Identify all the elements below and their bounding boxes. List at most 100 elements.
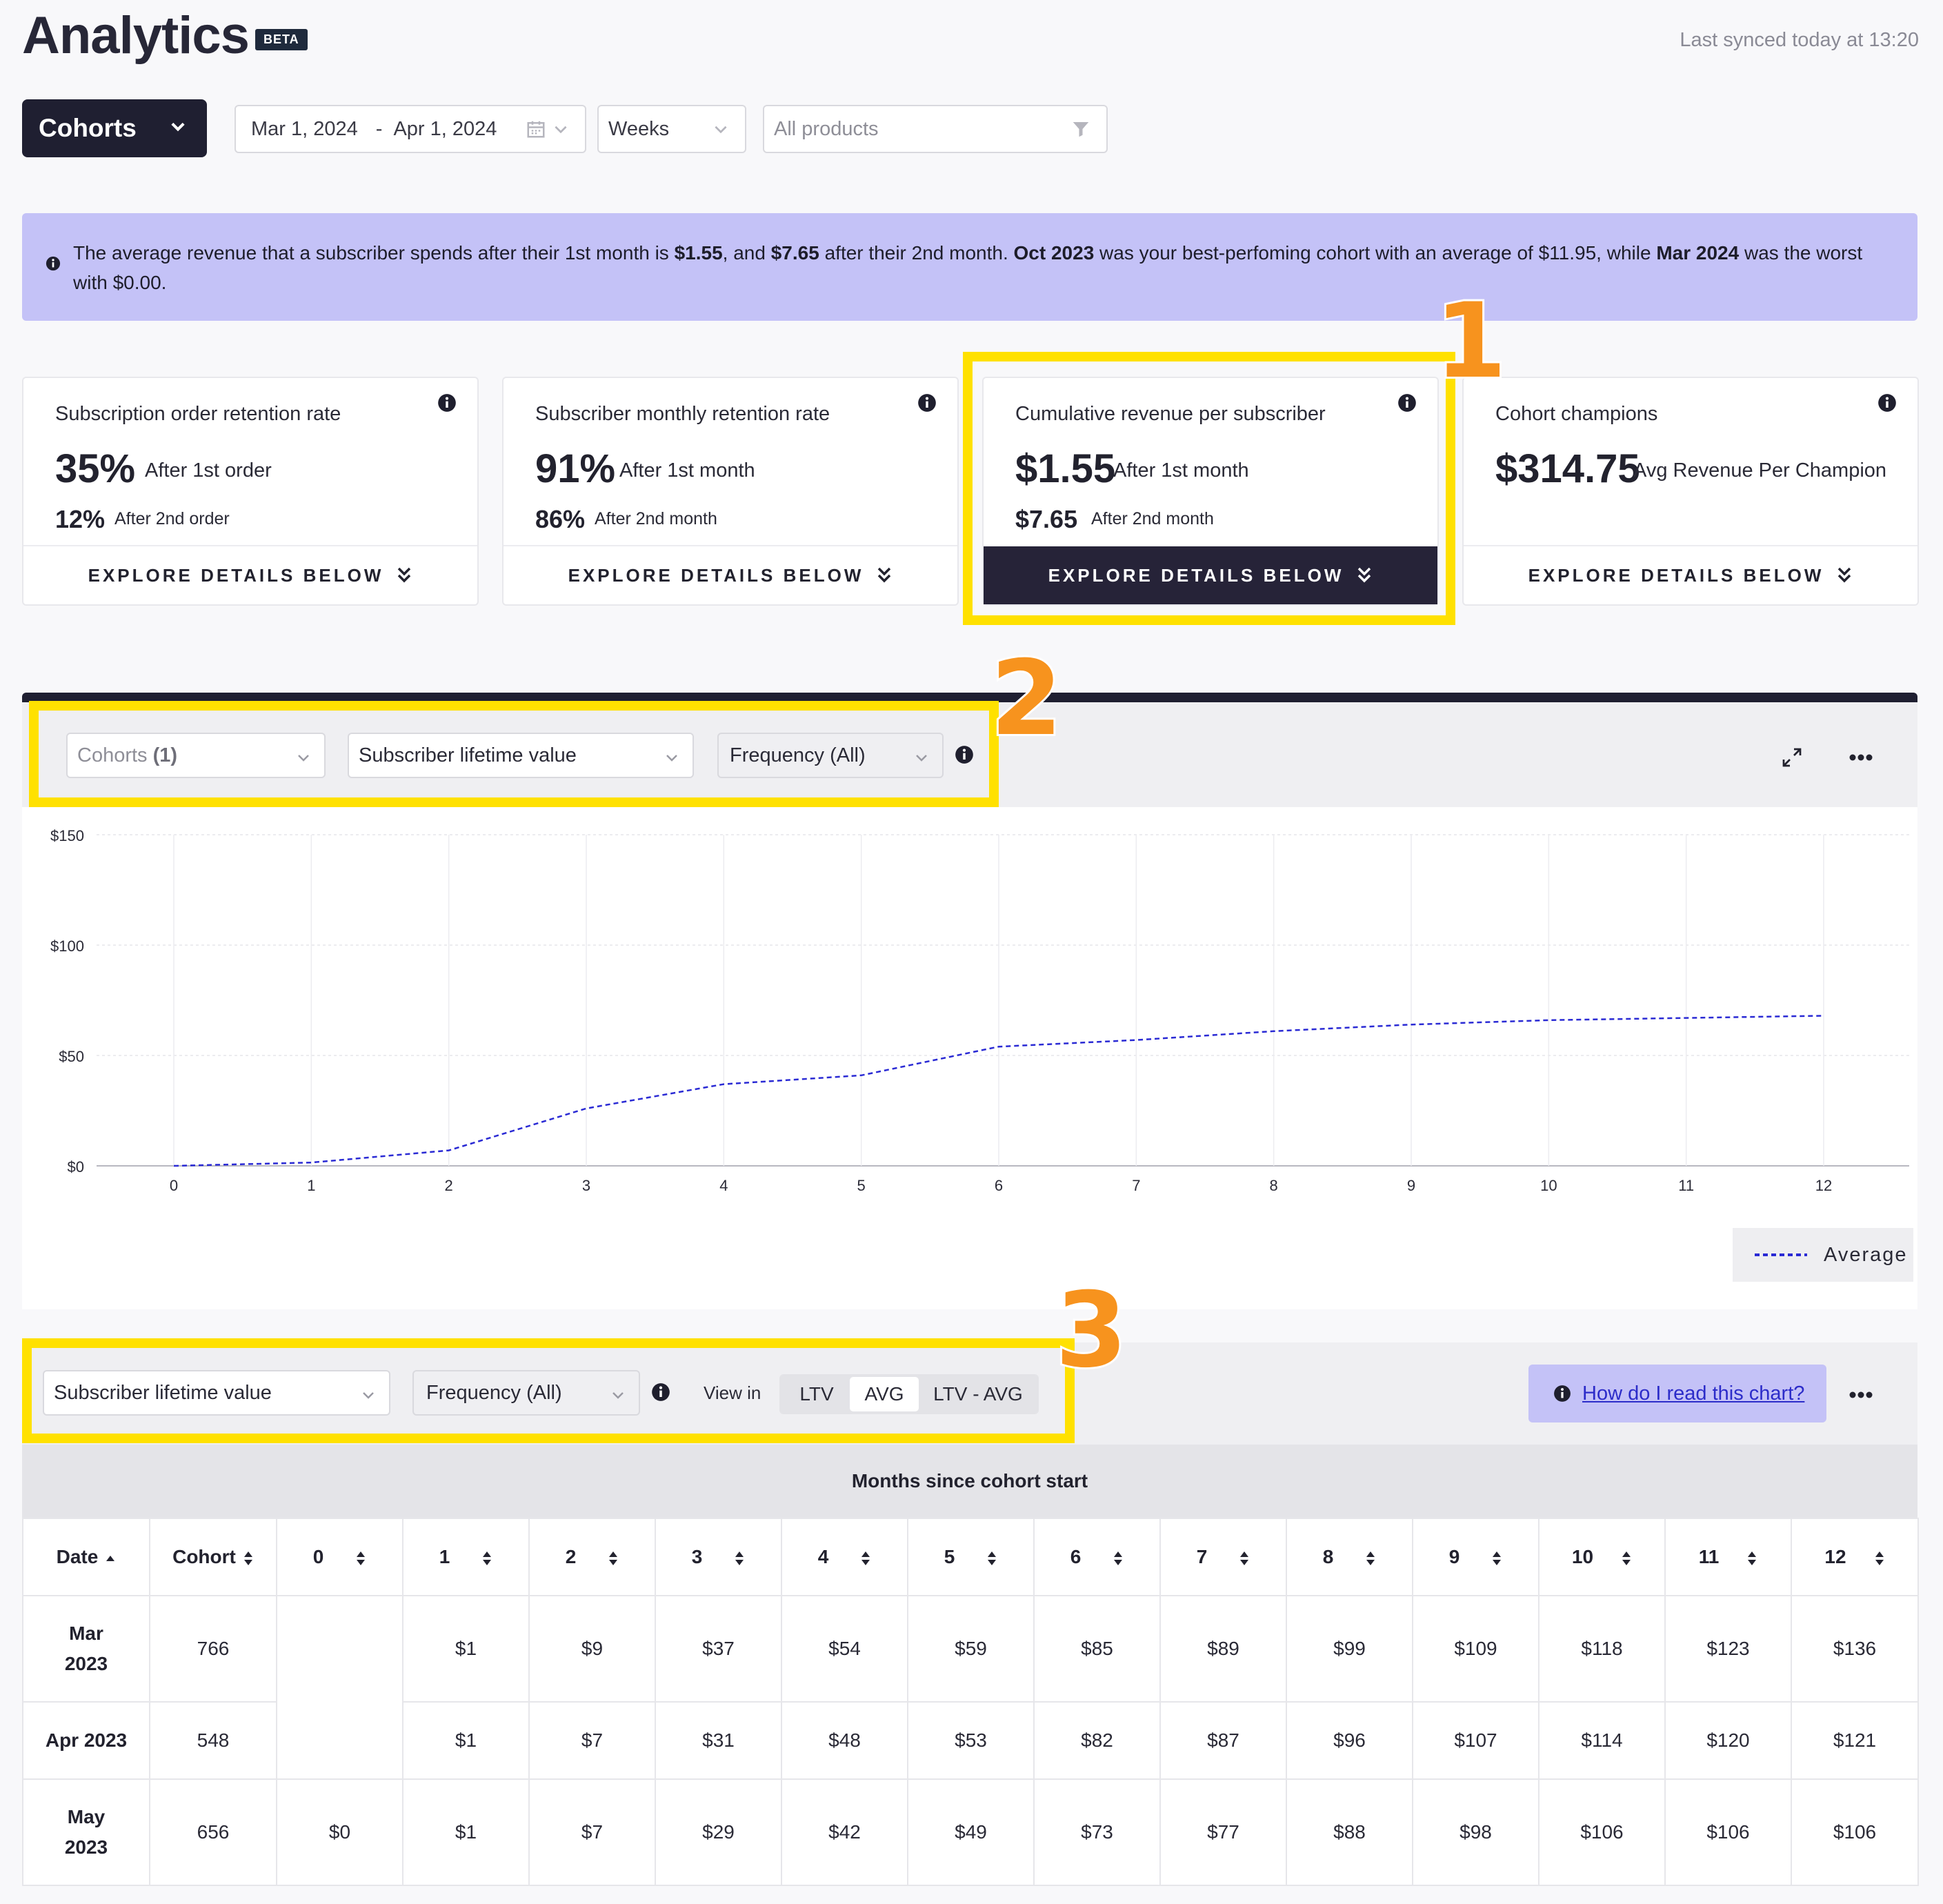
column-header-month-8[interactable]: 8: [1286, 1518, 1413, 1596]
double-chevron-down-icon: [1838, 567, 1851, 583]
annotation-number-3: 3: [1053, 1269, 1129, 1393]
column-header-date[interactable]: Date: [22, 1518, 150, 1596]
column-header-month-12[interactable]: 12: [1791, 1518, 1919, 1596]
x-tick-label: 11: [1678, 1177, 1694, 1194]
cell-month-5: $49: [907, 1778, 1035, 1886]
more-options-icon[interactable]: [1849, 1389, 1873, 1400]
cell-date: Apr 2023: [22, 1701, 150, 1780]
column-header-month-0[interactable]: 0: [276, 1518, 403, 1596]
sort-icon: [735, 1551, 744, 1565]
sort-icon: [1748, 1551, 1757, 1565]
column-header-month-5[interactable]: 5: [907, 1518, 1035, 1596]
card-primary-label: After 1st month: [619, 459, 755, 482]
granularity-select[interactable]: Weeks: [597, 105, 746, 153]
cell-month-8: $88: [1286, 1778, 1413, 1886]
cell-month-7: $87: [1159, 1701, 1287, 1780]
chevron-down-icon: [715, 126, 727, 134]
table-row: Mar 2023 766 $1 $9 $37 $54 $59 $85 $89 $99 $109 $118…: [22, 1595, 1919, 1779]
banner-best-cohort: Oct 2023: [1013, 242, 1095, 264]
chart-legend[interactable]: Average: [1733, 1228, 1913, 1282]
legend-dash-swatch: [1755, 1253, 1807, 1256]
cell-month-12: $106: [1791, 1778, 1919, 1886]
sort-icon: [609, 1551, 618, 1565]
column-header-label: 4: [817, 1546, 829, 1567]
card-secondary-value: 12%: [55, 505, 106, 533]
calendar-icon: [527, 121, 545, 138]
cell-month-0: $0: [276, 1778, 403, 1886]
date-range-picker[interactable]: Mar 1, 2024 - Apr 1, 2024: [235, 105, 586, 153]
annotation-number-1: 1: [1433, 279, 1508, 404]
sort-icon: [243, 1551, 252, 1565]
column-header-month-9[interactable]: 9: [1412, 1518, 1540, 1596]
cell-month-11: $106: [1664, 1778, 1792, 1886]
column-header-label: 1: [439, 1546, 450, 1567]
help-link-button[interactable]: How do I read this chart?: [1528, 1365, 1826, 1422]
banner-text-1: The average revenue that a subscriber sp…: [73, 242, 675, 264]
card-secondary-label: After 2nd order: [114, 509, 230, 528]
table-row: May 2023 656 $0 $1 $7 $29 $42 $49 $73 $77 $88 $98 $10…: [22, 1778, 1919, 1886]
card-primary-value: 35%: [55, 446, 136, 491]
products-filter-input[interactable]: All products: [763, 105, 1108, 153]
cell-month-8: $96: [1286, 1701, 1413, 1780]
table-group-header: Months since cohort start: [22, 1445, 1917, 1518]
column-header-label: 0: [312, 1546, 324, 1567]
banner-value-1: $1.55: [674, 242, 723, 264]
column-header-month-10[interactable]: 10: [1538, 1518, 1666, 1596]
card-primary-value: 91%: [535, 446, 616, 491]
sort-icon: [1240, 1551, 1249, 1565]
expand-icon[interactable]: [1780, 745, 1804, 770]
banner-text-2: , and: [722, 242, 771, 264]
highlight-box-3: [22, 1338, 1075, 1443]
card-primary-label: Avg Revenue Per Champion: [1633, 459, 1887, 482]
y-tick-label: $150: [50, 827, 84, 844]
explore-details-button[interactable]: EXPLORE DETAILS BELOW: [1464, 545, 1917, 604]
info-icon[interactable]: [1877, 393, 1897, 413]
last-synced-text: Last synced today at 13:20: [1680, 29, 1919, 51]
info-icon[interactable]: [917, 393, 937, 413]
column-header-label: 11: [1698, 1546, 1720, 1567]
cell-date: Mar 2023: [22, 1595, 150, 1703]
card-primary-value: $314.75: [1495, 446, 1640, 491]
explore-details-button[interactable]: EXPLORE DETAILS BELOW: [23, 545, 477, 604]
kpi-card-cohort-champions: Cohort champions $314.75 Avg Revenue Per…: [1462, 377, 1919, 606]
column-header-label: 12: [1824, 1546, 1846, 1567]
more-options-icon[interactable]: [1849, 752, 1873, 763]
help-link-text[interactable]: How do I read this chart?: [1582, 1382, 1804, 1405]
cell-month-7: $89: [1159, 1595, 1287, 1703]
card-secondary-value: 86%: [535, 505, 586, 533]
sort-icon: [1622, 1551, 1631, 1565]
cell-month-10: $118: [1538, 1595, 1666, 1703]
highlight-box-1: [963, 352, 1455, 625]
cell-month-1: $1: [402, 1595, 530, 1703]
cell-month-6: $73: [1033, 1778, 1161, 1886]
cell-month-3: $37: [655, 1595, 782, 1703]
sort-icon: [357, 1551, 366, 1565]
explore-details-button[interactable]: EXPLORE DETAILS BELOW: [504, 545, 957, 604]
highlight-box-2: [29, 701, 999, 807]
card-primary-label: After 1st order: [145, 459, 272, 482]
column-header-month-1[interactable]: 1: [402, 1518, 530, 1596]
y-tick-label: $100: [50, 938, 84, 955]
column-header-month-2[interactable]: 2: [528, 1518, 656, 1596]
info-icon[interactable]: [437, 393, 457, 413]
cell-month-5: $53: [907, 1701, 1035, 1780]
column-header-month-4[interactable]: 4: [781, 1518, 908, 1596]
column-header-month-6[interactable]: 6: [1033, 1518, 1161, 1596]
cell-month-7: $77: [1159, 1778, 1287, 1886]
legend-label: Average: [1824, 1243, 1908, 1266]
column-header-month-11[interactable]: 11: [1664, 1518, 1792, 1596]
date-separator: -: [375, 117, 383, 140]
cell-month-11: $123: [1664, 1595, 1792, 1703]
column-header-month-7[interactable]: 7: [1159, 1518, 1287, 1596]
x-tick-label: 10: [1540, 1177, 1557, 1194]
card-title: Subscriber monthly retention rate: [535, 403, 830, 425]
y-tick-label: $50: [59, 1048, 84, 1065]
banner-text-3: after their 2nd month.: [819, 242, 1014, 264]
x-tick-label: 5: [857, 1177, 866, 1194]
cell-month-2: $7: [528, 1778, 656, 1886]
view-selector-button[interactable]: Cohorts: [22, 99, 207, 157]
column-header-cohort[interactable]: Cohort: [149, 1518, 277, 1596]
column-header-month-3[interactable]: 3: [655, 1518, 782, 1596]
date-line-2: 2023: [64, 1653, 108, 1674]
insight-banner: The average revenue that a subscriber sp…: [22, 213, 1917, 321]
